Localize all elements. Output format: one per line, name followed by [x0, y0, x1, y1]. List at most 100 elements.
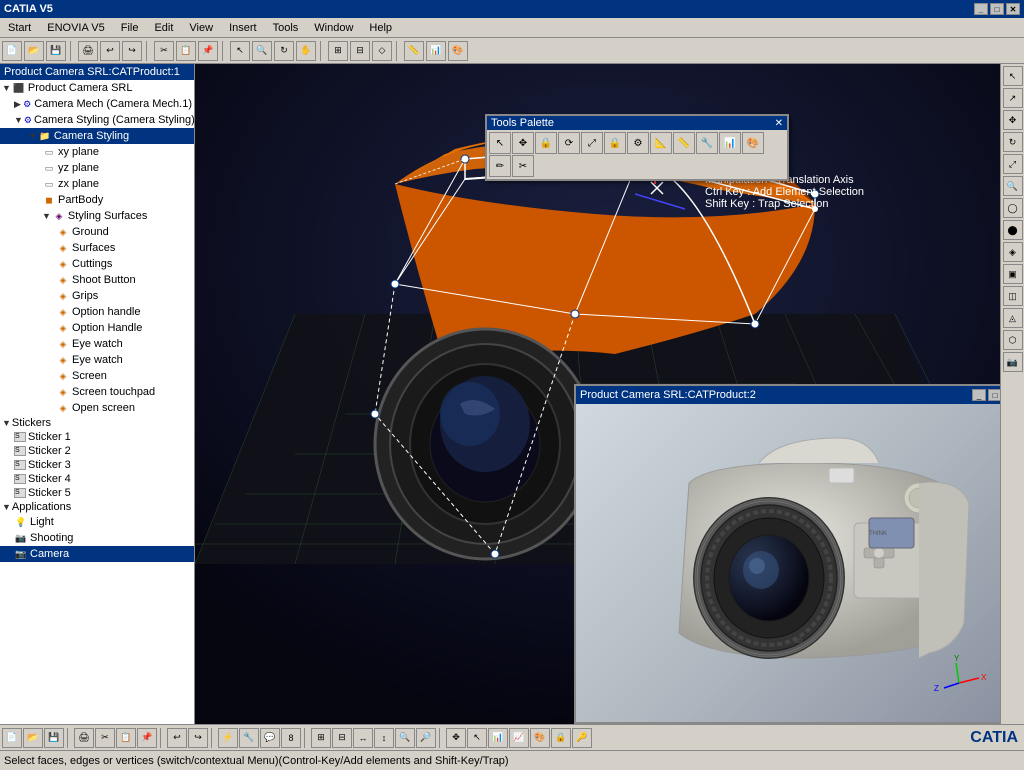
menu-help[interactable]: Help: [361, 20, 400, 36]
copy-icon[interactable]: 📋: [176, 41, 196, 61]
tree-eye-watch-1[interactable]: ◈ Eye watch: [0, 336, 194, 352]
collapse-styling-surf[interactable]: ▼: [42, 211, 51, 221]
tree-applications-section[interactable]: ▼ Applications: [0, 500, 194, 514]
tree-zx-plane[interactable]: ▭ zx plane: [0, 176, 194, 192]
select-icon[interactable]: ↖: [230, 41, 250, 61]
rt-btn-5[interactable]: ⤢: [1003, 154, 1023, 174]
viewport-area[interactable]: Z X Y Z: [195, 64, 1024, 724]
render-icon[interactable]: 🎨: [448, 41, 468, 61]
rt-btn-7[interactable]: ◯: [1003, 198, 1023, 218]
tree-partbody[interactable]: ◼ PartBody: [0, 192, 194, 208]
tp-icon-5[interactable]: ⤢: [581, 132, 603, 154]
tree-camera-mech[interactable]: ▶ ⚙ Camera Mech (Camera Mech.1): [0, 96, 194, 112]
tree-camera[interactable]: 📷 Camera: [0, 546, 194, 562]
tree-camera-styling-inner[interactable]: ▼ 📁 Camera Styling: [0, 128, 194, 144]
tree-shooting[interactable]: 📷 Shooting: [0, 530, 194, 546]
tree-yz-plane[interactable]: ▭ yz plane: [0, 160, 194, 176]
rt-btn-4[interactable]: ↻: [1003, 132, 1023, 152]
tp-icon-2[interactable]: ✥: [512, 132, 534, 154]
tree-eye-watch-2[interactable]: ◈ Eye watch: [0, 352, 194, 368]
collapse-root[interactable]: ▼: [2, 83, 11, 93]
close-button[interactable]: ✕: [1006, 3, 1020, 15]
tp-icon-10[interactable]: 🔧: [696, 132, 718, 154]
bt-icon-12[interactable]: 💬: [260, 728, 280, 748]
tp-icon-12[interactable]: 🎨: [742, 132, 764, 154]
rotate-icon[interactable]: ↻: [274, 41, 294, 61]
menu-window[interactable]: Window: [306, 20, 361, 36]
tree-root[interactable]: ▼ ⬛ Product Camera SRL: [0, 80, 194, 96]
perspective-icon[interactable]: ◇: [372, 41, 392, 61]
tp-icon-11[interactable]: 📊: [719, 132, 741, 154]
menu-insert[interactable]: Insert: [221, 20, 265, 36]
tree-shoot-button[interactable]: ◈ Shoot Button: [0, 272, 194, 288]
collapse-stickers[interactable]: ▼: [2, 418, 11, 428]
tp-icon-1[interactable]: ↖: [489, 132, 511, 154]
save-icon[interactable]: 💾: [46, 41, 66, 61]
bt-icon-2[interactable]: 📂: [23, 728, 43, 748]
tree-sticker-2[interactable]: S Sticker 2: [0, 444, 194, 458]
tree-cuttings[interactable]: ◈ Cuttings: [0, 256, 194, 272]
menu-view[interactable]: View: [181, 20, 221, 36]
collapse-styling[interactable]: ▼: [14, 115, 23, 125]
bt-icon-16[interactable]: ↔: [353, 728, 373, 748]
bt-icon-8[interactable]: ↩: [167, 728, 187, 748]
rt-btn-12[interactable]: ◬: [1003, 308, 1023, 328]
tp-icon-3[interactable]: 🔒: [535, 132, 557, 154]
tree-sticker-3[interactable]: S Sticker 3: [0, 458, 194, 472]
tp-icon-9[interactable]: 📏: [673, 132, 695, 154]
bt-icon-15[interactable]: ⊟: [332, 728, 352, 748]
new-icon[interactable]: 📄: [2, 41, 22, 61]
bt-icon-21[interactable]: ↖: [467, 728, 487, 748]
bt-icon-25[interactable]: 🔒: [551, 728, 571, 748]
rt-btn-10[interactable]: ▣: [1003, 264, 1023, 284]
tree-sticker-1[interactable]: S Sticker 1: [0, 430, 194, 444]
bt-icon-17[interactable]: ↕: [374, 728, 394, 748]
rt-btn-9[interactable]: ◈: [1003, 242, 1023, 262]
tp-icon-7[interactable]: ⚙: [627, 132, 649, 154]
bt-icon-9[interactable]: ↪: [188, 728, 208, 748]
tp-icon-6[interactable]: 🔒: [604, 132, 626, 154]
tree-ground[interactable]: ◈ Ground: [0, 224, 194, 240]
bt-icon-23[interactable]: 📈: [509, 728, 529, 748]
rt-select-btn[interactable]: ↖: [1003, 66, 1023, 86]
paste-icon[interactable]: 📌: [198, 41, 218, 61]
bt-icon-26[interactable]: 🔑: [572, 728, 592, 748]
bt-icon-4[interactable]: 🖨: [74, 728, 94, 748]
bt-icon-18[interactable]: 🔍: [395, 728, 415, 748]
bt-icon-5[interactable]: ✂: [95, 728, 115, 748]
main-viewport[interactable]: Z X Y Z: [195, 64, 1024, 724]
sub-minimize-button[interactable]: _: [972, 389, 986, 401]
tree-styling-surfaces[interactable]: ▼ ◈ Styling Surfaces: [0, 208, 194, 224]
bt-icon-14[interactable]: ⊞: [311, 728, 331, 748]
bt-icon-22[interactable]: 📊: [488, 728, 508, 748]
tree-option-handle-1[interactable]: ◈ Option handle: [0, 304, 194, 320]
rt-snapshot-btn[interactable]: 📷: [1003, 352, 1023, 372]
normal-icon[interactable]: ⊟: [350, 41, 370, 61]
menu-edit[interactable]: Edit: [146, 20, 181, 36]
collapse-applications[interactable]: ▼: [2, 502, 11, 512]
tp-icon-13[interactable]: ✏: [489, 155, 511, 177]
analyze-icon[interactable]: 📊: [426, 41, 446, 61]
tree-sticker-4[interactable]: S Sticker 4: [0, 472, 194, 486]
bt-icon-10[interactable]: ⚡: [218, 728, 238, 748]
bt-icon-13[interactable]: 8: [281, 728, 301, 748]
menu-file[interactable]: File: [113, 20, 147, 36]
bt-icon-19[interactable]: 🔎: [416, 728, 436, 748]
sub-viewport-content[interactable]: THINK XD X: [576, 404, 1022, 722]
tree-camera-styling[interactable]: ▼ ⚙ Camera Styling (Camera Styling): [0, 112, 194, 128]
open-icon[interactable]: 📂: [24, 41, 44, 61]
tree-surfaces[interactable]: ◈ Surfaces: [0, 240, 194, 256]
bt-icon-7[interactable]: 📌: [137, 728, 157, 748]
undo-icon[interactable]: ↩: [100, 41, 120, 61]
pan-icon[interactable]: ✋: [296, 41, 316, 61]
rt-btn-13[interactable]: ⬡: [1003, 330, 1023, 350]
bt-icon-6[interactable]: 📋: [116, 728, 136, 748]
tree-grips[interactable]: ◈ Grips: [0, 288, 194, 304]
rt-btn-8[interactable]: ⬤: [1003, 220, 1023, 240]
tree-light[interactable]: 💡 Light: [0, 514, 194, 530]
zoom-icon[interactable]: 🔍: [252, 41, 272, 61]
menu-tools[interactable]: Tools: [265, 20, 307, 36]
rt-btn-2[interactable]: ↗: [1003, 88, 1023, 108]
bt-icon-24[interactable]: 🎨: [530, 728, 550, 748]
bt-icon-20[interactable]: ✥: [446, 728, 466, 748]
